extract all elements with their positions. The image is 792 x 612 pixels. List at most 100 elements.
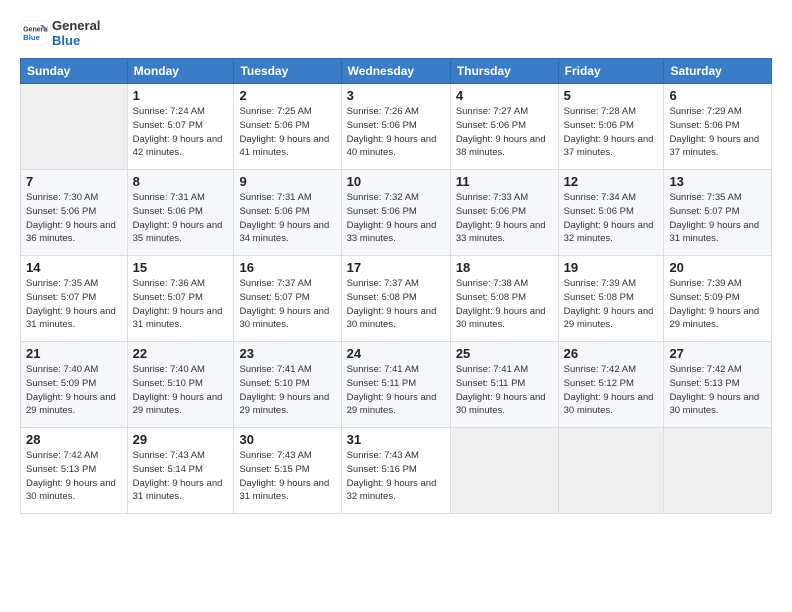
page: General Blue General Blue SundayMondayTu… bbox=[0, 0, 792, 612]
calendar-cell: 13Sunrise: 7:35 AMSunset: 5:07 PMDayligh… bbox=[664, 170, 772, 256]
day-number: 19 bbox=[564, 260, 659, 275]
calendar-cell: 29Sunrise: 7:43 AMSunset: 5:14 PMDayligh… bbox=[127, 428, 234, 514]
calendar-cell: 16Sunrise: 7:37 AMSunset: 5:07 PMDayligh… bbox=[234, 256, 341, 342]
day-number: 22 bbox=[133, 346, 229, 361]
calendar-cell: 10 Sunrise: 7:32 AMSunset: 5:06 PMDayligh… bbox=[341, 170, 450, 256]
calendar-week-row: 7 Sunrise: 7:30 AMSunset: 5:06 PMDaylight… bbox=[21, 170, 772, 256]
calendar-cell: 19 Sunrise: 7:39 AMSunset: 5:08 PMDayligh… bbox=[558, 256, 664, 342]
day-info: Sunrise: 7:38 AMSunset: 5:08 PMDaylight:… bbox=[456, 277, 553, 332]
calendar-cell: 17Sunrise: 7:37 AMSunset: 5:08 PMDayligh… bbox=[341, 256, 450, 342]
day-info: Sunrise: 7:43 AMSunset: 5:16 PMDaylight:… bbox=[347, 449, 445, 504]
day-info: Sunrise: 7:42 AMSunset: 5:12 PMDaylight:… bbox=[564, 363, 659, 418]
day-info: Sunrise: 7:39 AMSunset: 5:08 PMDaylight:… bbox=[564, 277, 659, 332]
calendar-cell: 3 Sunrise: 7:26 AMSunset: 5:06 PMDaylight… bbox=[341, 84, 450, 170]
calendar-cell: 31 Sunrise: 7:43 AMSunset: 5:16 PMDayligh… bbox=[341, 428, 450, 514]
day-info: Sunrise: 7:40 AMSunset: 5:10 PMDaylight:… bbox=[133, 363, 229, 418]
day-number: 11 bbox=[456, 174, 553, 189]
day-info: Sunrise: 7:41 AMSunset: 5:11 PMDaylight:… bbox=[456, 363, 553, 418]
day-info: Sunrise: 7:37 AMSunset: 5:07 PMDaylight:… bbox=[239, 277, 335, 332]
calendar-cell: 26Sunrise: 7:42 AMSunset: 5:12 PMDayligh… bbox=[558, 342, 664, 428]
day-number: 17 bbox=[347, 260, 445, 275]
calendar-cell: 27 Sunrise: 7:42 AMSunset: 5:13 PMDayligh… bbox=[664, 342, 772, 428]
day-info: Sunrise: 7:33 AMSunset: 5:06 PMDaylight:… bbox=[456, 191, 553, 246]
calendar-day-header: Thursday bbox=[450, 59, 558, 84]
day-info: Sunrise: 7:36 AMSunset: 5:07 PMDaylight:… bbox=[133, 277, 229, 332]
day-number: 4 bbox=[456, 88, 553, 103]
day-number: 31 bbox=[347, 432, 445, 447]
day-info: Sunrise: 7:41 AMSunset: 5:11 PMDaylight:… bbox=[347, 363, 445, 418]
calendar-cell: 5 Sunrise: 7:28 AMSunset: 5:06 PMDaylight… bbox=[558, 84, 664, 170]
calendar-cell: 1 Sunrise: 7:24 AMSunset: 5:07 PMDaylight… bbox=[127, 84, 234, 170]
day-number: 8 bbox=[133, 174, 229, 189]
day-info: Sunrise: 7:24 AMSunset: 5:07 PMDaylight:… bbox=[133, 105, 229, 160]
calendar-cell bbox=[664, 428, 772, 514]
day-info: Sunrise: 7:41 AMSunset: 5:10 PMDaylight:… bbox=[239, 363, 335, 418]
calendar-cell: 18Sunrise: 7:38 AMSunset: 5:08 PMDayligh… bbox=[450, 256, 558, 342]
day-info: Sunrise: 7:31 AMSunset: 5:06 PMDaylight:… bbox=[239, 191, 335, 246]
day-number: 12 bbox=[564, 174, 659, 189]
calendar-cell: 6 Sunrise: 7:29 AMSunset: 5:06 PMDaylight… bbox=[664, 84, 772, 170]
calendar-day-header: Tuesday bbox=[234, 59, 341, 84]
calendar-day-header: Friday bbox=[558, 59, 664, 84]
header-row: General Blue General Blue bbox=[20, 18, 772, 48]
day-info: Sunrise: 7:32 AMSunset: 5:06 PMDaylight:… bbox=[347, 191, 445, 246]
calendar-day-header: Monday bbox=[127, 59, 234, 84]
day-number: 5 bbox=[564, 88, 659, 103]
calendar-cell bbox=[21, 84, 128, 170]
day-number: 29 bbox=[133, 432, 229, 447]
day-number: 27 bbox=[669, 346, 766, 361]
day-info: Sunrise: 7:35 AMSunset: 5:07 PMDaylight:… bbox=[26, 277, 122, 332]
calendar-cell: 23 Sunrise: 7:41 AMSunset: 5:10 PMDayligh… bbox=[234, 342, 341, 428]
calendar-cell: 15 Sunrise: 7:36 AMSunset: 5:07 PMDayligh… bbox=[127, 256, 234, 342]
day-info: Sunrise: 7:39 AMSunset: 5:09 PMDaylight:… bbox=[669, 277, 766, 332]
calendar-week-row: 28Sunrise: 7:42 AMSunset: 5:13 PMDayligh… bbox=[21, 428, 772, 514]
day-info: Sunrise: 7:42 AMSunset: 5:13 PMDaylight:… bbox=[26, 449, 122, 504]
day-info: Sunrise: 7:26 AMSunset: 5:06 PMDaylight:… bbox=[347, 105, 445, 160]
day-number: 7 bbox=[26, 174, 122, 189]
calendar-day-header: Saturday bbox=[664, 59, 772, 84]
day-info: Sunrise: 7:25 AMSunset: 5:06 PMDaylight:… bbox=[239, 105, 335, 160]
calendar-week-row: 1 Sunrise: 7:24 AMSunset: 5:07 PMDaylight… bbox=[21, 84, 772, 170]
calendar-cell: 28Sunrise: 7:42 AMSunset: 5:13 PMDayligh… bbox=[21, 428, 128, 514]
day-number: 2 bbox=[239, 88, 335, 103]
day-info: Sunrise: 7:28 AMSunset: 5:06 PMDaylight:… bbox=[564, 105, 659, 160]
calendar-cell: 12Sunrise: 7:34 AMSunset: 5:06 PMDayligh… bbox=[558, 170, 664, 256]
day-number: 14 bbox=[26, 260, 122, 275]
day-number: 24 bbox=[347, 346, 445, 361]
calendar-cell: 25Sunrise: 7:41 AMSunset: 5:11 PMDayligh… bbox=[450, 342, 558, 428]
calendar-cell: 21 Sunrise: 7:40 AMSunset: 5:09 PMDayligh… bbox=[21, 342, 128, 428]
calendar-cell: 2 Sunrise: 7:25 AMSunset: 5:06 PMDaylight… bbox=[234, 84, 341, 170]
calendar-cell: 7 Sunrise: 7:30 AMSunset: 5:06 PMDaylight… bbox=[21, 170, 128, 256]
calendar-week-row: 14 Sunrise: 7:35 AMSunset: 5:07 PMDayligh… bbox=[21, 256, 772, 342]
day-info: Sunrise: 7:35 AMSunset: 5:07 PMDaylight:… bbox=[669, 191, 766, 246]
day-number: 30 bbox=[239, 432, 335, 447]
day-number: 9 bbox=[239, 174, 335, 189]
calendar-cell: 30 Sunrise: 7:43 AMSunset: 5:15 PMDayligh… bbox=[234, 428, 341, 514]
logo-icon: General Blue bbox=[20, 19, 48, 47]
day-number: 10 bbox=[347, 174, 445, 189]
day-number: 6 bbox=[669, 88, 766, 103]
day-info: Sunrise: 7:40 AMSunset: 5:09 PMDaylight:… bbox=[26, 363, 122, 418]
calendar-cell: 4 Sunrise: 7:27 AMSunset: 5:06 PMDaylight… bbox=[450, 84, 558, 170]
calendar-day-header: Sunday bbox=[21, 59, 128, 84]
day-number: 1 bbox=[133, 88, 229, 103]
logo-text: General Blue bbox=[52, 18, 100, 48]
calendar-cell: 9 Sunrise: 7:31 AMSunset: 5:06 PMDaylight… bbox=[234, 170, 341, 256]
day-number: 15 bbox=[133, 260, 229, 275]
calendar-header-row: SundayMondayTuesdayWednesdayThursdayFrid… bbox=[21, 59, 772, 84]
day-info: Sunrise: 7:30 AMSunset: 5:06 PMDaylight:… bbox=[26, 191, 122, 246]
calendar-cell: 8Sunrise: 7:31 AMSunset: 5:06 PMDaylight… bbox=[127, 170, 234, 256]
day-number: 23 bbox=[239, 346, 335, 361]
calendar: SundayMondayTuesdayWednesdayThursdayFrid… bbox=[20, 58, 772, 514]
day-info: Sunrise: 7:27 AMSunset: 5:06 PMDaylight:… bbox=[456, 105, 553, 160]
calendar-cell: 24 Sunrise: 7:41 AMSunset: 5:11 PMDayligh… bbox=[341, 342, 450, 428]
day-info: Sunrise: 7:43 AMSunset: 5:15 PMDaylight:… bbox=[239, 449, 335, 504]
calendar-cell: 14 Sunrise: 7:35 AMSunset: 5:07 PMDayligh… bbox=[21, 256, 128, 342]
calendar-cell: 20 Sunrise: 7:39 AMSunset: 5:09 PMDayligh… bbox=[664, 256, 772, 342]
day-number: 21 bbox=[26, 346, 122, 361]
calendar-cell bbox=[558, 428, 664, 514]
day-info: Sunrise: 7:42 AMSunset: 5:13 PMDaylight:… bbox=[669, 363, 766, 418]
day-info: Sunrise: 7:29 AMSunset: 5:06 PMDaylight:… bbox=[669, 105, 766, 160]
day-number: 3 bbox=[347, 88, 445, 103]
day-number: 20 bbox=[669, 260, 766, 275]
